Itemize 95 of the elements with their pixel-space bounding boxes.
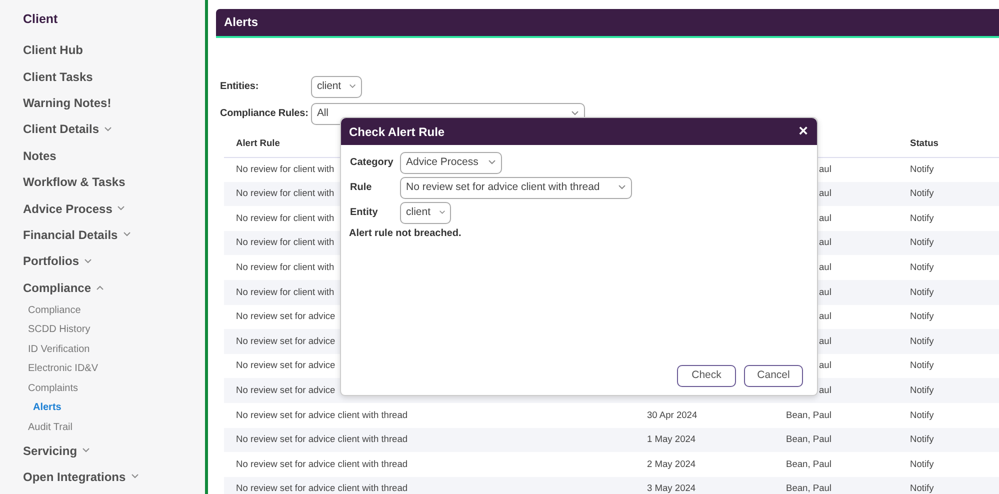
table-cell: Bean, Paul	[786, 483, 832, 494]
field-label: Compliance Rules:	[220, 107, 310, 121]
table-cell: No review set for advice	[236, 336, 336, 346]
status-message: Alert rule not breached.	[348, 227, 462, 241]
table-cell: No review set for advice client with thread	[236, 458, 408, 469]
table-cell: No review set for advice	[236, 360, 336, 370]
field-label: Entity	[350, 206, 379, 220]
table-cell: No review set for advice client with thread	[236, 434, 408, 444]
sidebar-subitem[interactable]: Complaints	[23, 384, 78, 394]
dialog-button[interactable]: Check	[677, 365, 736, 387]
table-cell: Notify	[910, 336, 934, 346]
select-field[interactable]: client	[311, 76, 362, 98]
sidebar-subitem[interactable]: SCDD History	[23, 325, 90, 336]
table-cell: Notify	[910, 262, 934, 272]
table-cell: aul	[819, 286, 832, 297]
field-label: Rule	[350, 181, 373, 195]
chevron-icon	[104, 126, 112, 132]
table-cell: aul	[819, 384, 832, 395]
table-cell: aul	[819, 237, 832, 248]
chevron-icon	[438, 210, 445, 215]
chevron-icon	[130, 474, 139, 480]
table-cell: Notify	[910, 410, 934, 420]
table-cell: Notify	[910, 237, 934, 248]
table-cell: aul	[819, 188, 832, 198]
sidebar-title: Client	[23, 11, 59, 28]
sidebar-subitem[interactable]: Alerts	[23, 403, 62, 414]
table-cell: Bean, Paul	[786, 434, 832, 444]
sidebar-subitem[interactable]: Electronic ID&V	[23, 364, 98, 374]
table-cell: aul	[819, 212, 832, 223]
table-cell: No review set for advice client with thread	[236, 483, 408, 494]
sidebar-item[interactable]: Servicing	[23, 444, 90, 457]
table-cell: No review for client with	[236, 188, 334, 198]
table-cell: No review set for advice	[236, 384, 336, 395]
table-cell: Notify	[910, 164, 934, 174]
chevron-icon	[348, 84, 356, 89]
field-label: Entities:	[220, 80, 260, 94]
table-cell: Notify	[910, 458, 934, 469]
sidebar-item[interactable]: Notes	[23, 150, 56, 162]
table-cell: Bean, Paul	[786, 410, 832, 420]
chevron-icon	[122, 232, 131, 238]
chevron-icon	[96, 285, 104, 290]
table-cell: No review for client with	[236, 237, 334, 248]
table-cell: aul	[819, 336, 832, 346]
table-cell: aul	[819, 262, 832, 272]
table-cell: No review set for advice client with thread	[236, 410, 408, 420]
sidebar-item[interactable]: Compliance	[23, 282, 104, 294]
table-cell: Notify	[910, 311, 934, 322]
close-button[interactable]: ×	[798, 124, 808, 140]
sidebar-item[interactable]: Warning Notes!	[23, 96, 112, 109]
chevron-icon	[84, 258, 92, 264]
table-cell: Notify	[910, 434, 934, 444]
table-cell: No review for client with	[236, 164, 334, 174]
sidebar-item[interactable]: Client Tasks	[23, 70, 93, 83]
field-label: Category	[350, 156, 394, 170]
chevron-icon	[488, 160, 496, 165]
sidebar-item[interactable]: Financial Details	[23, 228, 131, 241]
table-cell: 30 Apr 2024	[647, 410, 698, 420]
sidebar-subitem[interactable]: Compliance	[23, 306, 81, 316]
sidebar-item[interactable]: Advice Process	[23, 202, 126, 215]
table-cell: 2 May 2024	[647, 458, 696, 469]
select-field[interactable]: client	[400, 202, 451, 224]
sidebar-item[interactable]: Open Integrations	[23, 470, 139, 483]
table-cell: No review set for advice	[236, 311, 336, 322]
panel-header: Alerts	[216, 9, 999, 38]
dialog-title: Check Alert Rule	[349, 124, 445, 140]
sidebar-item[interactable]: Workflow & Tasks	[23, 176, 126, 188]
table-cell: Notify	[910, 360, 934, 370]
sidebar-item[interactable]: Client Hub	[23, 44, 83, 56]
select-field[interactable]: No review set for advice client with thread	[400, 176, 632, 198]
column-header: Status	[910, 138, 938, 148]
column-header: Alert Rule	[236, 138, 280, 148]
chevron-icon	[571, 111, 579, 116]
table-cell: Notify	[910, 384, 934, 395]
sidebar-item[interactable]: Client Details	[23, 123, 112, 136]
table-cell: No review for client with	[236, 212, 334, 223]
table-cell: Bean, Paul	[786, 458, 832, 469]
table-cell: aul	[819, 360, 832, 370]
table-cell: No review for client with	[236, 262, 334, 272]
dialog-button[interactable]: Cancel	[744, 365, 803, 387]
table-cell: Notify	[910, 188, 934, 198]
table-cell: 1 May 2024	[647, 434, 696, 444]
table-cell: Notify	[910, 483, 934, 494]
table-cell: aul	[819, 164, 832, 174]
table-cell: Notify	[910, 212, 934, 223]
chevron-icon	[117, 206, 126, 212]
table-cell: aul	[819, 311, 832, 322]
sidebar-item[interactable]: Portfolios	[23, 255, 92, 268]
chevron-icon	[618, 185, 626, 190]
table-cell: 3 May 2024	[647, 483, 696, 494]
sidebar-subitem[interactable]: ID Verification	[23, 344, 90, 355]
table-cell: Notify	[910, 286, 934, 297]
select-field[interactable]: Advice Process	[400, 152, 502, 174]
sidebar-subitem[interactable]: Audit Trail	[23, 422, 72, 433]
chevron-icon	[82, 448, 90, 454]
table-cell: No review for client with	[236, 286, 334, 297]
